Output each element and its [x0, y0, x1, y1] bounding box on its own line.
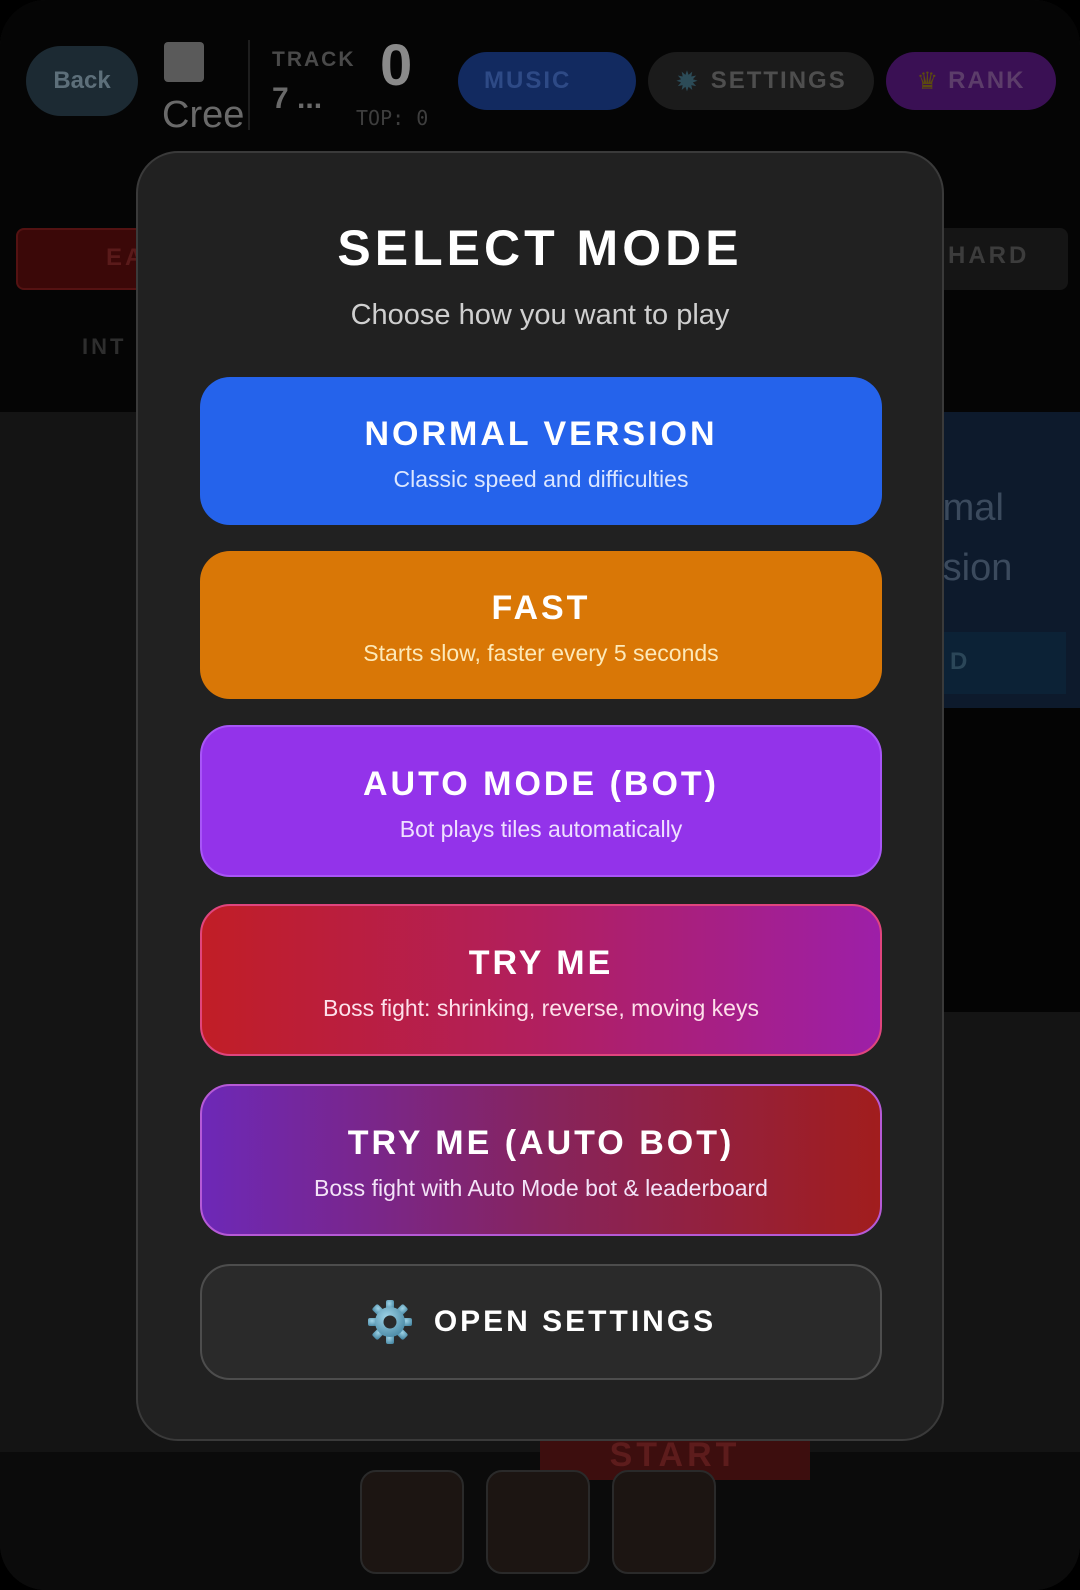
mode-title: TRY ME [468, 944, 614, 982]
rank-button-label: RANK [948, 67, 1026, 94]
settings-button-label: SETTINGS [710, 67, 847, 94]
character-thumbnail[interactable] [486, 1470, 590, 1574]
try-me-button[interactable]: TRY ME Boss fight: shrinking, reverse, m… [200, 904, 882, 1056]
divider [248, 40, 250, 130]
mode-card-button[interactable]: D [940, 632, 1066, 694]
mode-title: FAST [491, 589, 591, 627]
settings-button[interactable]: ✹ SETTINGS [648, 52, 874, 110]
dialog-subtitle: Choose how you want to play [350, 299, 730, 331]
score-value: 0 [380, 33, 413, 98]
gear-icon: ✹ [675, 65, 701, 97]
character-thumbnails [360, 1470, 720, 1576]
try-me-auto-bot-button[interactable]: TRY ME (AUTO BOT) Boss fight with Auto M… [200, 1084, 882, 1236]
dialog-title: SELECT MODE [337, 220, 743, 276]
song-name: Cree [162, 94, 245, 136]
auto-mode-button[interactable]: AUTO MODE (BOT) Bot plays tiles automati… [200, 725, 882, 877]
track-label: TRACK [272, 48, 356, 71]
track-number: 7 ... [272, 82, 323, 115]
mode-description: Classic speed and difficulties [393, 466, 689, 492]
mode-title: NORMAL VERSION [364, 415, 718, 453]
song-thumbnail: Cree [162, 42, 248, 136]
open-settings-button[interactable]: OPEN SETTINGS [200, 1264, 882, 1380]
mode-description: Bot plays tiles automatically [399, 816, 683, 842]
mode-description: Boss fight: shrinking, reverse, moving k… [323, 995, 759, 1021]
gear-icon [367, 1300, 412, 1344]
select-mode-dialog: SELECT MODE Choose how you want to play … [136, 151, 944, 1441]
character-thumbnail[interactable] [360, 1470, 464, 1574]
open-settings-label: OPEN SETTINGS [433, 1305, 717, 1338]
top-score: TOP: 0 [356, 106, 429, 130]
music-button[interactable]: MUSIC [458, 52, 636, 110]
rank-button[interactable]: ♛ RANK [886, 52, 1056, 110]
back-button[interactable]: Back [26, 46, 138, 116]
music-button-label: MUSIC [484, 67, 572, 94]
difficulty-intermediate-button[interactable]: INT [82, 334, 126, 360]
mode-card-text: rmal rsion [930, 487, 1013, 589]
character-thumbnail[interactable] [612, 1470, 716, 1574]
fast-mode-button[interactable]: FAST Starts slow, faster every 5 seconds [200, 551, 882, 699]
broken-image-icon [164, 42, 204, 82]
mode-title: AUTO MODE (BOT) [362, 765, 719, 803]
mode-description: Boss fight with Auto Mode bot & leaderbo… [314, 1175, 768, 1201]
mode-description: Starts slow, faster every 5 seconds [363, 640, 719, 666]
normal-version-button[interactable]: NORMAL VERSION Classic speed and difficu… [200, 377, 882, 525]
mode-title: TRY ME (AUTO BOT) [347, 1124, 735, 1162]
trophy-icon: ♛ [916, 67, 941, 95]
top-bar: Back Cree TRACK 7 ... 0 TOP: 0 MUSIC ✹ S… [0, 30, 1080, 140]
